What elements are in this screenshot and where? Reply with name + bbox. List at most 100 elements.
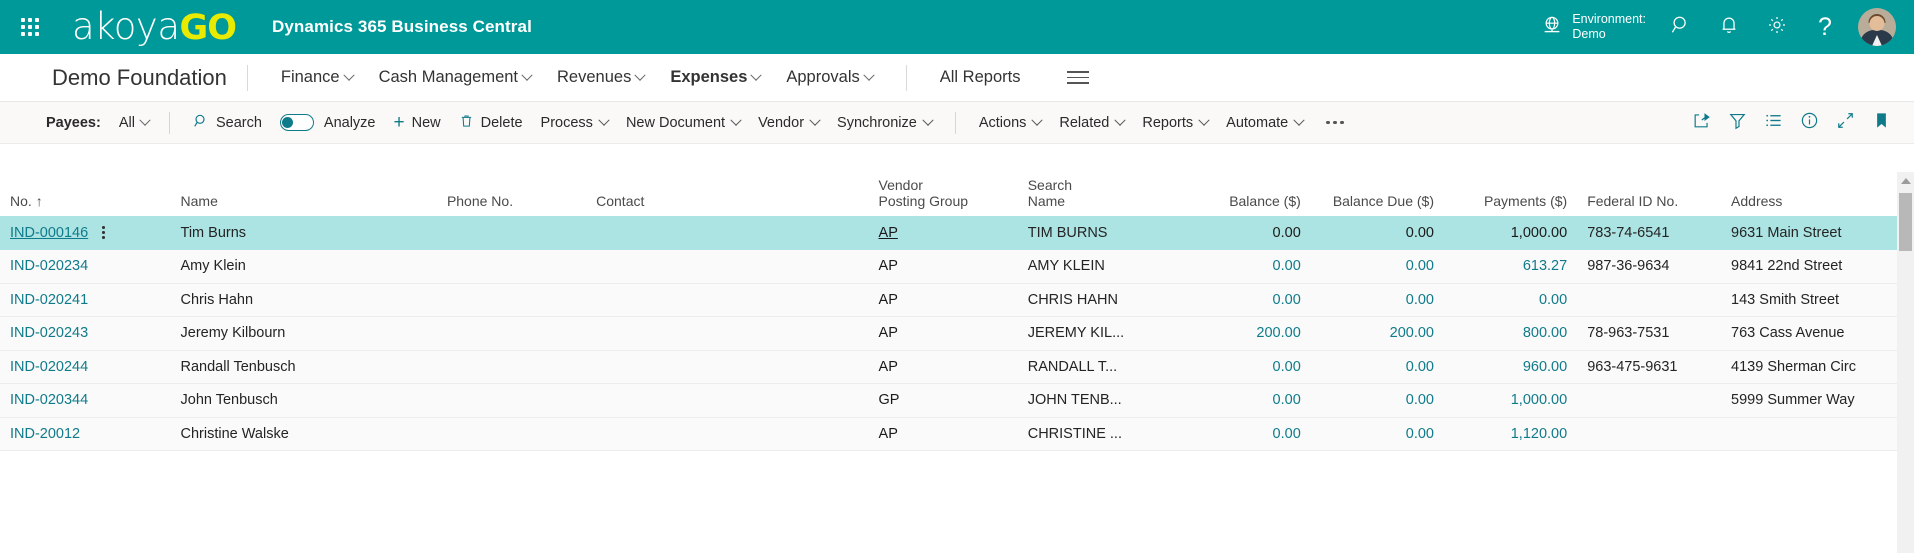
- column-header-address[interactable]: Address: [1721, 172, 1897, 216]
- column-header-federal-id-no[interactable]: Federal ID No.: [1577, 172, 1722, 216]
- cell-federal-id[interactable]: 987-36-9634: [1577, 249, 1722, 284]
- environment-indicator[interactable]: Environment: Demo: [1531, 8, 1656, 46]
- column-header-contact[interactable]: Contact: [586, 172, 869, 216]
- cell-search-name[interactable]: CHRISTINE ...: [1017, 417, 1178, 451]
- cell-balance-due[interactable]: 0.00: [1310, 216, 1444, 250]
- scrollbar-thumb[interactable]: [1899, 193, 1912, 251]
- cell-phone[interactable]: [436, 283, 587, 317]
- cell-address[interactable]: 9631 Main Street: [1721, 216, 1897, 250]
- cell-balance[interactable]: 0.00: [1177, 417, 1311, 451]
- cell-vendor-posting-group[interactable]: AP: [868, 316, 1018, 351]
- table-row[interactable]: IND-020243 Jeremy Kilbourn AP JEREMY KIL…: [0, 316, 1897, 351]
- share-button[interactable]: [1684, 108, 1718, 138]
- cell-payments[interactable]: 0.00: [1443, 283, 1578, 317]
- list-view-button[interactable]: [1756, 108, 1790, 138]
- company-name[interactable]: Demo Foundation: [52, 65, 227, 91]
- collapse-button[interactable]: [1828, 108, 1862, 138]
- cell-contact[interactable]: [586, 350, 869, 384]
- payee-no-link[interactable]: IND-020234: [10, 258, 88, 274]
- cell-phone[interactable]: [436, 350, 587, 384]
- akoyago-logo[interactable]: akoya GO: [72, 8, 237, 46]
- cell-no[interactable]: IND-20012: [0, 417, 171, 451]
- cell-balance[interactable]: 0.00: [1177, 350, 1311, 384]
- filter-button[interactable]: [1720, 108, 1754, 138]
- cell-no[interactable]: IND-020241: [0, 283, 171, 317]
- cell-no[interactable]: IND-020244: [0, 350, 171, 384]
- table-row[interactable]: IND-020244 Randall Tenbusch AP RANDALL T…: [0, 350, 1897, 384]
- app-launcher-button[interactable]: [10, 7, 50, 47]
- cell-balance-due[interactable]: 0.00: [1310, 249, 1444, 284]
- cell-balance-due[interactable]: 200.00: [1310, 316, 1444, 351]
- column-header-payments[interactable]: Payments ($): [1443, 172, 1578, 216]
- automate-menu[interactable]: Automate: [1217, 110, 1312, 136]
- cell-contact[interactable]: [586, 249, 869, 284]
- search-button[interactable]: Search: [184, 108, 271, 138]
- cell-address[interactable]: 5999 Summer Way: [1721, 383, 1897, 418]
- cell-phone[interactable]: [436, 383, 587, 418]
- cell-name[interactable]: John Tenbusch: [170, 383, 437, 418]
- payee-no-link[interactable]: IND-000146: [10, 225, 88, 241]
- nav-item-finance[interactable]: Finance: [268, 62, 366, 93]
- cell-contact[interactable]: [586, 316, 869, 351]
- cell-name[interactable]: Tim Burns: [170, 216, 437, 250]
- cell-name[interactable]: Randall Tenbusch: [170, 350, 437, 384]
- vertical-scrollbar[interactable]: [1897, 172, 1914, 553]
- vendor-posting-group-link[interactable]: GP: [879, 392, 900, 408]
- cell-balance[interactable]: 0.00: [1177, 216, 1311, 250]
- table-row[interactable]: IND-020344 John Tenbusch GP JOHN TENB...…: [0, 383, 1897, 418]
- cell-contact[interactable]: [586, 383, 869, 418]
- cell-address[interactable]: 4139 Sherman Circ: [1721, 350, 1897, 384]
- cell-payments[interactable]: 613.27: [1443, 249, 1578, 284]
- column-header-name[interactable]: Name: [170, 172, 437, 216]
- cell-no[interactable]: IND-020243: [0, 316, 171, 351]
- vendor-posting-group-link[interactable]: AP: [879, 359, 898, 375]
- cell-no[interactable]: IND-020234: [0, 249, 171, 284]
- help-button[interactable]: ?: [1802, 5, 1848, 49]
- nav-more-menu-button[interactable]: [1055, 63, 1101, 92]
- toolbar-overflow-button[interactable]: [1312, 113, 1358, 133]
- vendor-posting-group-link[interactable]: AP: [879, 258, 898, 274]
- payee-no-link[interactable]: IND-020243: [10, 325, 88, 341]
- cell-federal-id[interactable]: 963-475-9631: [1577, 350, 1722, 384]
- cell-federal-id[interactable]: 78-963-7531: [1577, 316, 1722, 351]
- payee-no-link[interactable]: IND-20012: [10, 426, 80, 442]
- process-menu[interactable]: Process: [532, 110, 617, 136]
- row-menu-button[interactable]: [102, 225, 105, 240]
- cell-payments[interactable]: 1,120.00: [1443, 417, 1578, 451]
- cell-balance[interactable]: 0.00: [1177, 249, 1311, 284]
- reports-menu[interactable]: Reports: [1133, 110, 1217, 136]
- nav-item-revenues[interactable]: Revenues: [544, 62, 657, 93]
- cell-vendor-posting-group[interactable]: AP: [868, 350, 1018, 384]
- cell-phone[interactable]: [436, 417, 587, 451]
- column-header-phone-no[interactable]: Phone No.: [436, 172, 587, 216]
- cell-no[interactable]: IND-020344: [0, 383, 171, 418]
- cell-phone[interactable]: [436, 216, 587, 250]
- table-row[interactable]: IND-000146 Tim Burns AP TIM BURNS 0.00 0…: [0, 216, 1897, 250]
- cell-balance-due[interactable]: 0.00: [1310, 283, 1444, 317]
- cell-contact[interactable]: [586, 417, 869, 451]
- cell-payments[interactable]: 1,000.00: [1443, 216, 1578, 250]
- column-header-vendor-posting-group[interactable]: Vendor Posting Group: [868, 172, 1018, 216]
- table-row[interactable]: IND-020234 Amy Klein AP AMY KLEIN 0.00 0…: [0, 249, 1897, 284]
- synchronize-menu[interactable]: Synchronize: [828, 110, 941, 136]
- notifications-button[interactable]: [1706, 5, 1752, 49]
- cell-no[interactable]: IND-000146: [0, 216, 171, 250]
- new-document-menu[interactable]: New Document: [617, 110, 749, 136]
- cell-vendor-posting-group[interactable]: GP: [868, 383, 1018, 418]
- column-header-no[interactable]: No. ↑: [0, 172, 171, 216]
- cell-federal-id[interactable]: [1577, 417, 1722, 451]
- cell-phone[interactable]: [436, 316, 587, 351]
- table-row[interactable]: IND-20012 Christine Walske AP CHRISTINE …: [0, 417, 1897, 451]
- cell-address[interactable]: 143 Smith Street: [1721, 283, 1897, 317]
- payee-no-link[interactable]: IND-020344: [10, 392, 88, 408]
- cell-balance-due[interactable]: 0.00: [1310, 350, 1444, 384]
- payee-no-link[interactable]: IND-020244: [10, 359, 88, 375]
- nav-item-cash-management[interactable]: Cash Management: [366, 62, 544, 93]
- cell-vendor-posting-group[interactable]: AP: [868, 283, 1018, 317]
- vendor-posting-group-link[interactable]: AP: [879, 292, 898, 308]
- cell-balance[interactable]: 0.00: [1177, 283, 1311, 317]
- cell-search-name[interactable]: JOHN TENB...: [1017, 383, 1178, 418]
- column-header-balance[interactable]: Balance ($): [1177, 172, 1311, 216]
- cell-vendor-posting-group[interactable]: AP: [868, 417, 1018, 451]
- cell-vendor-posting-group[interactable]: AP: [868, 249, 1018, 284]
